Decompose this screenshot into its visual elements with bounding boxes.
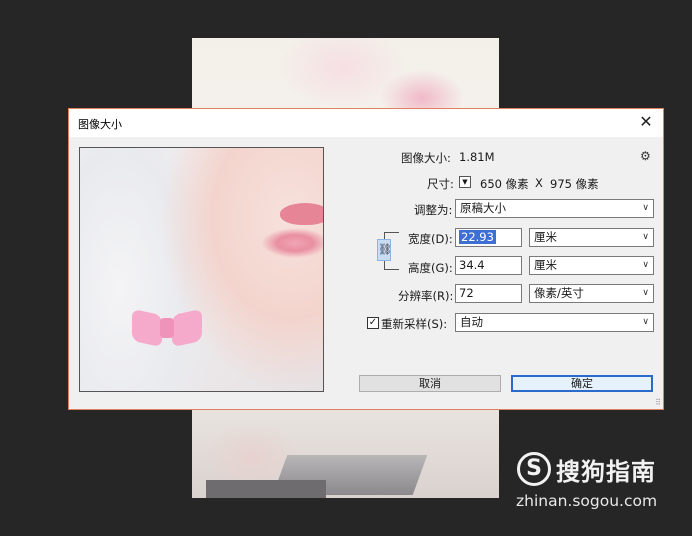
chevron-down-icon: ∨ [642,288,649,298]
height-label: 高度(G): [408,261,453,275]
canvas-image-laptop-base [206,480,326,498]
fit-to-label: 调整为: [414,203,453,217]
dialog-titlebar[interactable]: 图像大小 ✕ [69,109,663,137]
dimensions-height: 975 像素 [550,177,599,191]
width-label: 宽度(D): [408,232,453,246]
height-unit: 厘米 [534,258,557,272]
dimensions-label: 尺寸: [427,177,454,191]
width-unit-select[interactable]: 厘米 ∨ [529,228,654,247]
fit-to-value: 原稿大小 [460,201,506,215]
resolution-label: 分辨率(R): [398,289,454,303]
resize-grip-icon[interactable]: ⠿ [655,398,661,407]
resample-checkbox[interactable]: ✓ [367,317,379,329]
height-unit-select[interactable]: 厘米 ∨ [529,256,654,275]
dimensions-x: X [535,176,543,190]
close-icon[interactable]: ✕ [637,113,655,131]
link-icon[interactable]: ⛓ [377,239,392,261]
gear-icon[interactable]: ⚙ [640,149,651,163]
image-size-dialog: 图像大小 ✕ 图像大小: 1.81M ⚙ 尺寸: ▼ 650 像素 X 975 … [68,108,664,410]
preview-lips [280,203,323,225]
image-size-label: 图像大小: [401,151,451,165]
sogou-logo-icon: S [517,452,551,486]
image-preview[interactable] [79,147,324,392]
width-unit: 厘米 [534,230,557,244]
chevron-down-icon: ∨ [642,232,649,242]
link-bracket-bottom [384,261,399,270]
ok-button[interactable]: 确定 [511,375,653,392]
watermark-url: zhinan.sogou.com [516,492,658,510]
resample-label: 重新采样(S): [381,317,448,331]
resample-select[interactable]: 自动 ∨ [455,313,654,332]
height-value: 34.4 [459,258,485,272]
dialog-title: 图像大小 [78,118,122,131]
chevron-down-icon: ∨ [642,203,649,213]
preview-bow [132,308,202,348]
width-input[interactable]: 22.93 [455,228,522,247]
resolution-input[interactable]: 72 [455,284,522,303]
chevron-down-icon: ∨ [642,317,649,327]
dimensions-width: 650 像素 [480,177,529,191]
resample-value: 自动 [460,315,483,329]
watermark-name: 搜狗指南 [556,458,656,486]
height-input[interactable]: 34.4 [455,256,522,275]
chevron-down-icon[interactable]: ▼ [459,176,471,188]
fit-to-select[interactable]: 原稿大小 ∨ [455,199,654,218]
resolution-unit-select[interactable]: 像素/英寸 ∨ [529,284,654,303]
resolution-value: 72 [459,286,474,300]
chevron-down-icon: ∨ [642,260,649,270]
cancel-button[interactable]: 取消 [359,375,501,392]
width-value: 22.93 [459,230,496,244]
resolution-unit: 像素/英寸 [534,286,584,300]
image-size-value: 1.81M [459,150,495,164]
